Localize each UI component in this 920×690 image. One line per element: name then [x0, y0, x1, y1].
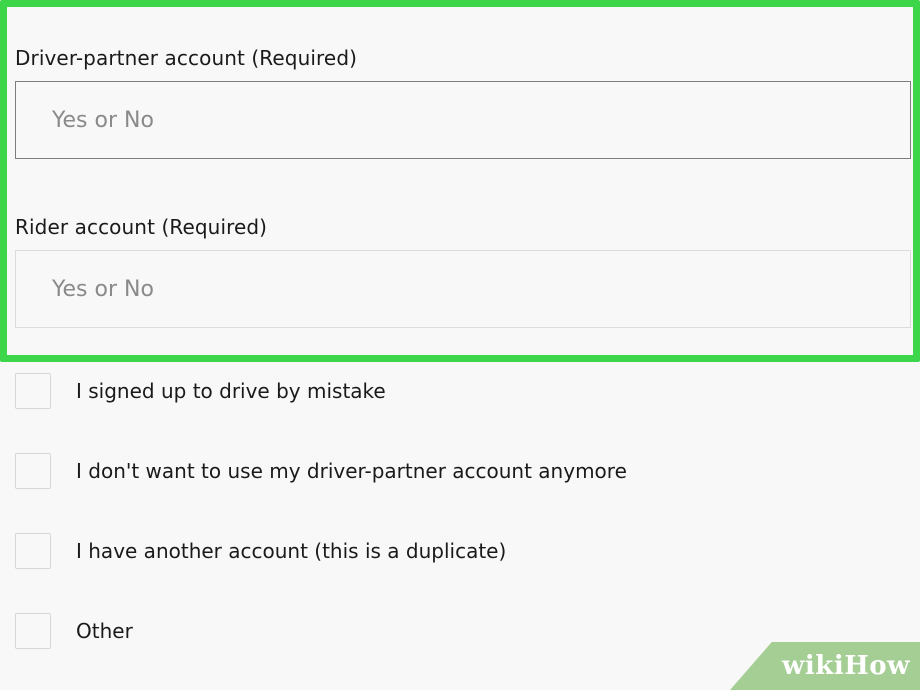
rider-label: Rider account (Required): [15, 215, 268, 239]
reason-option-mistake[interactable]: I signed up to drive by mistake: [15, 373, 386, 409]
checkbox[interactable]: [15, 453, 51, 489]
checkbox-label: I don't want to use my driver-partner ac…: [76, 459, 627, 483]
rider-input[interactable]: [15, 250, 911, 328]
driver-partner-input[interactable]: [15, 81, 911, 159]
checkbox-label: I signed up to drive by mistake: [76, 379, 386, 403]
reason-option-duplicate[interactable]: I have another account (this is a duplic…: [15, 533, 506, 569]
reason-option-no-longer-use[interactable]: I don't want to use my driver-partner ac…: [15, 453, 627, 489]
driver-partner-label: Driver-partner account (Required): [15, 46, 358, 70]
checkbox[interactable]: [15, 613, 51, 649]
checkbox-label: I have another account (this is a duplic…: [76, 539, 507, 563]
checkbox[interactable]: [15, 373, 51, 409]
wikihow-watermark-logo: wikiHow: [782, 651, 910, 681]
reason-option-other[interactable]: Other: [15, 613, 133, 649]
checkbox[interactable]: [15, 533, 51, 569]
page: Driver-partner account (Required) Rider …: [0, 0, 920, 690]
checkbox-label: Other: [76, 619, 133, 643]
